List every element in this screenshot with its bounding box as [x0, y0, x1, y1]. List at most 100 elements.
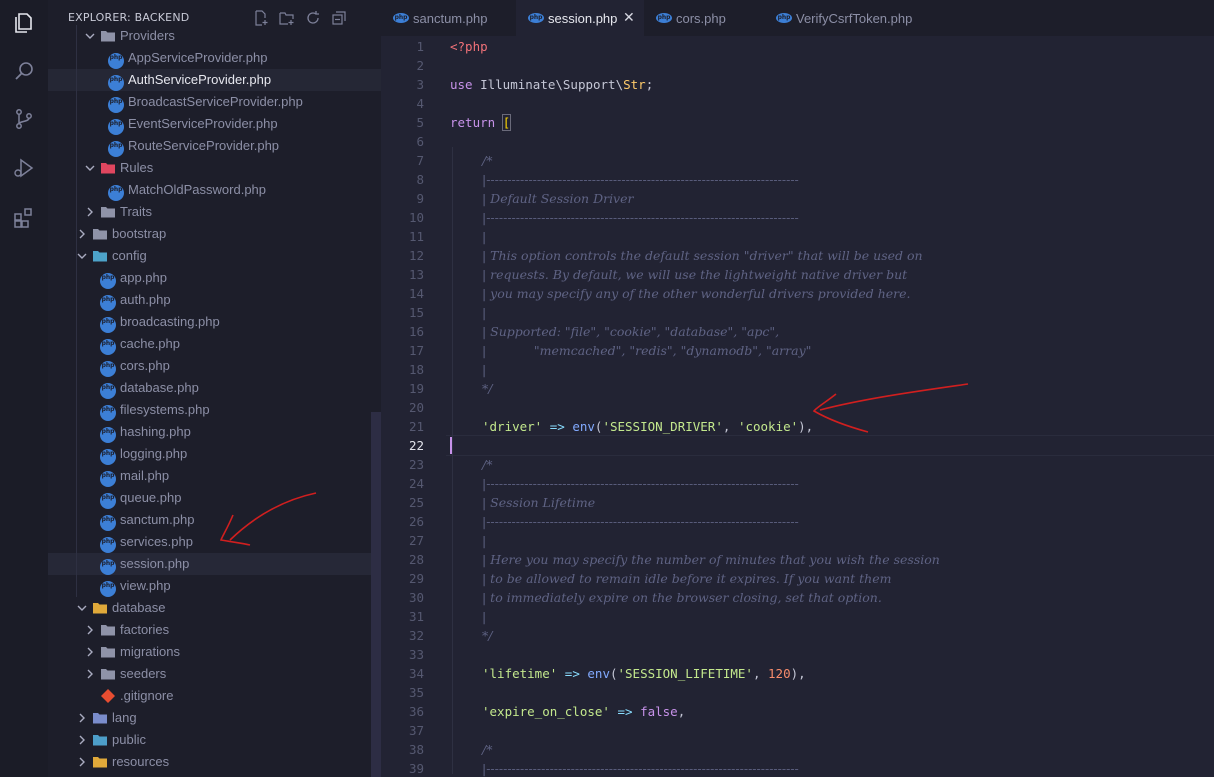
- line-number: 34: [408, 666, 424, 681]
- explorer-sidebar: EXPLORER: BACKEND Providers php AppService…: [48, 0, 381, 777]
- code-line-30: | to immediately expire on the browser c…: [482, 590, 882, 605]
- php-file-icon: php: [100, 405, 116, 421]
- tree-item-label: app.php: [120, 270, 167, 285]
- tree-folder[interactable]: migrations: [48, 641, 381, 663]
- tree-file[interactable]: php app.php: [48, 267, 381, 289]
- code-line-11: |: [482, 229, 487, 244]
- new-folder-icon[interactable]: [279, 10, 295, 26]
- code-line-7: /*: [482, 153, 493, 168]
- refresh-icon[interactable]: [305, 10, 321, 26]
- tree-file[interactable]: php auth.php: [48, 289, 381, 311]
- tree-item-label: database.php: [120, 380, 199, 395]
- code-line-12: | This option controls the default sessi…: [482, 248, 923, 263]
- tree-folder[interactable]: Rules: [48, 157, 381, 179]
- tab-sanctum[interactable]: php sanctum.php: [381, 0, 516, 36]
- tree-folder[interactable]: resources: [48, 751, 381, 773]
- tree-file[interactable]: php services.php: [48, 531, 381, 553]
- tree-file[interactable]: php view.php: [48, 575, 381, 597]
- chevron-down-icon: [85, 33, 95, 39]
- tab-cors[interactable]: php cors.php: [644, 0, 764, 36]
- line-number: 27: [408, 533, 424, 548]
- extensions-icon[interactable]: [12, 206, 36, 230]
- php-file-icon: php: [100, 493, 116, 509]
- tree-file[interactable]: php sanctum.php: [48, 509, 381, 531]
- code-line-15: |: [482, 305, 487, 320]
- chevron-right-icon: [79, 757, 85, 767]
- tree-file[interactable]: php AppServiceProvider.php: [48, 47, 381, 69]
- tree-folder[interactable]: database: [48, 597, 381, 619]
- text-cursor: [450, 437, 452, 454]
- code-line-16: | Supported: "file", "cookie", "database…: [482, 324, 780, 339]
- code-line-23: /*: [482, 457, 493, 472]
- line-number: 24: [408, 476, 424, 491]
- line-number: 17: [408, 343, 424, 358]
- activity-bar: [0, 0, 48, 777]
- tree-folder[interactable]: factories: [48, 619, 381, 641]
- chevron-right-icon: [87, 647, 93, 657]
- tree-file[interactable]: php cache.php: [48, 333, 381, 355]
- run-debug-icon[interactable]: [12, 156, 36, 180]
- tree-indent-guide: [76, 25, 77, 597]
- tree-file[interactable]: php broadcasting.php: [48, 311, 381, 333]
- tree-folder[interactable]: Traits: [48, 201, 381, 223]
- chevron-right-icon: [79, 229, 85, 239]
- tree-file[interactable]: php AuthServiceProvider.php: [48, 69, 381, 91]
- editor-area: php sanctum.php php session.php ✕ php co…: [381, 0, 1214, 777]
- tab-verifycsrftoken[interactable]: php VerifyCsrfToken.php: [764, 0, 944, 36]
- code-line-27: |: [482, 533, 487, 548]
- tree-file[interactable]: php queue.php: [48, 487, 381, 509]
- line-number: 21: [408, 419, 424, 434]
- tree-file[interactable]: php RouteServiceProvider.php: [48, 135, 381, 157]
- tree-item-label: MatchOldPassword.php: [128, 182, 267, 197]
- tree-folder[interactable]: public: [48, 729, 381, 751]
- php-file-icon: php: [100, 295, 116, 311]
- tree-file[interactable]: php MatchOldPassword.php: [48, 179, 381, 201]
- php-file-icon: php: [100, 471, 116, 487]
- tree-file[interactable]: php filesystems.php: [48, 399, 381, 421]
- php-file-icon: php: [100, 581, 116, 597]
- folder-icon: [101, 669, 115, 680]
- sidebar-scrollbar[interactable]: [371, 412, 381, 777]
- source-control-icon[interactable]: [12, 107, 36, 131]
- line-number: 15: [408, 305, 424, 320]
- folder-icon: [101, 207, 115, 218]
- tree-file[interactable]: php EventServiceProvider.php: [48, 113, 381, 135]
- tree-file[interactable]: php mail.php: [48, 465, 381, 487]
- tree-item-label: mail.php: [120, 468, 170, 483]
- code-line-34: 'lifetime' => env('SESSION_LIFETIME', 12…: [482, 666, 806, 681]
- tree-file[interactable]: php hashing.php: [48, 421, 381, 443]
- code-line-29: | to be allowed to remain idle before it…: [482, 571, 892, 586]
- code-line-19: */: [482, 381, 493, 396]
- tree-item-label: RouteServiceProvider.php: [128, 138, 280, 153]
- tree-folder[interactable]: config: [48, 245, 381, 267]
- tree-file[interactable]: php session.php: [48, 553, 381, 575]
- tab-close-icon[interactable]: ✕: [623, 9, 635, 26]
- chevron-right-icon: [87, 669, 93, 679]
- tree-file[interactable]: php BroadcastServiceProvider.php: [48, 91, 381, 113]
- tree-item-label: logging.php: [120, 446, 188, 461]
- code-line-10: |---------------------------------------…: [482, 210, 799, 225]
- line-number: 9: [416, 191, 424, 206]
- collapse-icon[interactable]: [331, 10, 347, 26]
- new-file-icon[interactable]: [253, 10, 269, 26]
- tree-file[interactable]: php database.php: [48, 377, 381, 399]
- line-number: 35: [408, 685, 424, 700]
- tree-folder[interactable]: bootstrap: [48, 223, 381, 245]
- tree-folder[interactable]: seeders: [48, 663, 381, 685]
- folder-icon: [93, 735, 107, 746]
- tree-folder[interactable]: Providers: [48, 25, 381, 47]
- tree-folder[interactable]: lang: [48, 707, 381, 729]
- search-icon[interactable]: [12, 59, 36, 83]
- tab-session[interactable]: php session.php ✕: [516, 0, 644, 36]
- tree-item-label: seeders: [120, 666, 167, 681]
- code-line-8: |---------------------------------------…: [482, 172, 799, 187]
- php-file-icon: php: [108, 75, 124, 91]
- tree-item-label: bootstrap: [112, 226, 167, 241]
- code-editor[interactable]: 1 2 3 4 5 6 7 8 9 10 11 12 13 14 15 16 17 18 19 20 21 22 23 24 2…: [381, 36, 1214, 777]
- php-file-icon: php: [100, 559, 116, 575]
- folder-icon: [93, 603, 107, 614]
- tree-file[interactable]: php logging.php: [48, 443, 381, 465]
- explorer-icon[interactable]: [12, 11, 36, 35]
- tree-file[interactable]: php cors.php: [48, 355, 381, 377]
- tree-file[interactable]: .gitignore: [48, 685, 381, 707]
